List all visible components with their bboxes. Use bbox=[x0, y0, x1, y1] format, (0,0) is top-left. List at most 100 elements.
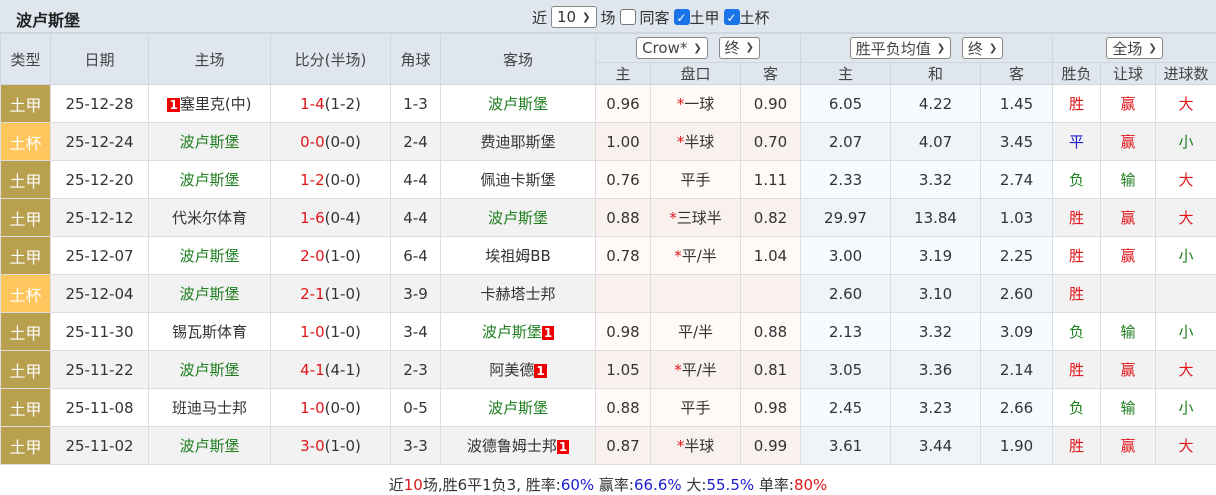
away-team[interactable]: 波卢斯堡 bbox=[441, 85, 596, 123]
score[interactable]: 1-2(0-0) bbox=[271, 161, 391, 199]
corner: 3-9 bbox=[391, 275, 441, 313]
eu-home-odds: 2.33 bbox=[801, 161, 891, 199]
home-team[interactable]: 代米尔体育 bbox=[149, 199, 271, 237]
ah-home-odds: 0.96 bbox=[596, 85, 651, 123]
result: 胜 bbox=[1053, 427, 1101, 465]
eu-home-odds: 2.45 bbox=[801, 389, 891, 427]
league-type[interactable]: 土杯 bbox=[1, 123, 51, 161]
full-score: 0-0 bbox=[300, 133, 325, 151]
score[interactable]: 1-0(1-0) bbox=[271, 313, 391, 351]
league-type[interactable]: 土甲 bbox=[1, 237, 51, 275]
col-corner: 角球 bbox=[391, 34, 441, 85]
handicap-result: 输 bbox=[1101, 389, 1156, 427]
home-team[interactable]: 波卢斯堡 bbox=[149, 123, 271, 161]
score[interactable]: 1-0(0-0) bbox=[271, 389, 391, 427]
home-team[interactable]: 班迪马士邦 bbox=[149, 389, 271, 427]
corner: 4-4 bbox=[391, 161, 441, 199]
result: 胜 bbox=[1053, 351, 1101, 389]
filter-tb-checkbox[interactable]: ✓ bbox=[724, 9, 740, 25]
league-type[interactable]: 土甲 bbox=[1, 313, 51, 351]
away-team-name: 费迪耶斯堡 bbox=[480, 133, 555, 151]
away-team[interactable]: 佩迪卡斯堡 bbox=[441, 161, 596, 199]
match-date: 25-12-24 bbox=[51, 123, 149, 161]
col-type: 类型 bbox=[1, 34, 51, 85]
league-type[interactable]: 土杯 bbox=[1, 275, 51, 313]
score[interactable]: 4-1(4-1) bbox=[271, 351, 391, 389]
home-team[interactable]: 1塞里克(中) bbox=[149, 85, 271, 123]
score[interactable]: 1-6(0-4) bbox=[271, 199, 391, 237]
col-res: 胜负 bbox=[1053, 63, 1101, 85]
score[interactable]: 3-0(1-0) bbox=[271, 427, 391, 465]
scope-select[interactable]: 全场❯ bbox=[1106, 37, 1162, 59]
away-team[interactable]: 波卢斯堡1 bbox=[441, 313, 596, 351]
chevron-down-icon: ❯ bbox=[582, 12, 590, 23]
corner: 2-3 bbox=[391, 351, 441, 389]
eu-draw-odds: 3.32 bbox=[891, 161, 981, 199]
goals-result bbox=[1156, 275, 1216, 313]
summary-text: 近 bbox=[389, 476, 404, 494]
ah-line: 平/半 bbox=[651, 313, 741, 351]
eu-draw-odds: 3.44 bbox=[891, 427, 981, 465]
score[interactable]: 1-4(1-2) bbox=[271, 85, 391, 123]
league-type[interactable]: 土甲 bbox=[1, 351, 51, 389]
goals-result: 大 bbox=[1156, 427, 1216, 465]
ah-line: *平/半 bbox=[651, 237, 741, 275]
ah-line-value: 平手 bbox=[680, 399, 710, 417]
odd-rate: 80% bbox=[794, 476, 827, 494]
table-row: 土甲25-12-281塞里克(中)1-4(1-2)1-3波卢斯堡0.96*一球0… bbox=[1, 85, 1216, 123]
ah-home-odds: 0.88 bbox=[596, 389, 651, 427]
scope-value: 全场 bbox=[1112, 38, 1142, 59]
away-team[interactable]: 波卢斯堡 bbox=[441, 389, 596, 427]
company-time-select[interactable]: 终❯ bbox=[719, 37, 760, 59]
ah-line: 平手 bbox=[651, 389, 741, 427]
away-team[interactable]: 卡赫塔士邦 bbox=[441, 275, 596, 313]
away-team[interactable]: 阿美德1 bbox=[441, 351, 596, 389]
filter-tj-checkbox[interactable]: ✓ bbox=[674, 9, 690, 25]
eu-away-odds: 1.45 bbox=[981, 85, 1053, 123]
home-team[interactable]: 波卢斯堡 bbox=[149, 237, 271, 275]
home-team[interactable]: 波卢斯堡 bbox=[149, 275, 271, 313]
table-row: 土甲25-11-30锡瓦斯体育1-0(1-0)3-4波卢斯堡10.98平/半0.… bbox=[1, 313, 1216, 351]
score[interactable]: 2-1(1-0) bbox=[271, 275, 391, 313]
goals-result: 小 bbox=[1156, 123, 1216, 161]
eu-home-odds: 2.60 bbox=[801, 275, 891, 313]
same-away-checkbox[interactable] bbox=[620, 9, 636, 25]
eu-draw-odds: 4.22 bbox=[891, 85, 981, 123]
recent-prefix: 近 bbox=[532, 7, 547, 28]
away-team[interactable]: 埃祖姆BB bbox=[441, 237, 596, 275]
chevron-down-icon: ❯ bbox=[746, 42, 754, 53]
league-type[interactable]: 土甲 bbox=[1, 85, 51, 123]
home-team[interactable]: 波卢斯堡 bbox=[149, 427, 271, 465]
corner: 4-4 bbox=[391, 199, 441, 237]
filter-tb-label: 土杯 bbox=[740, 7, 770, 28]
league-type[interactable]: 土甲 bbox=[1, 389, 51, 427]
league-type[interactable]: 土甲 bbox=[1, 161, 51, 199]
avg-time-select[interactable]: 终❯ bbox=[962, 37, 1003, 59]
recent-count-select[interactable]: 10❯ bbox=[551, 6, 596, 28]
score[interactable]: 0-0(0-0) bbox=[271, 123, 391, 161]
chevron-down-icon: ❯ bbox=[989, 43, 997, 54]
away-team[interactable]: 费迪耶斯堡 bbox=[441, 123, 596, 161]
company-select[interactable]: Crow*❯ bbox=[636, 37, 708, 59]
ah-home-odds bbox=[596, 275, 651, 313]
half-score: (0-0) bbox=[325, 133, 361, 151]
home-team[interactable]: 波卢斯堡 bbox=[149, 351, 271, 389]
ah-line: *一球 bbox=[651, 85, 741, 123]
ah-away-odds: 0.81 bbox=[741, 351, 801, 389]
eu-draw-odds: 3.36 bbox=[891, 351, 981, 389]
avg-select[interactable]: 胜平负均值❯ bbox=[850, 37, 951, 59]
away-team-name: 波卢斯堡 bbox=[488, 209, 548, 227]
eu-home-odds: 2.13 bbox=[801, 313, 891, 351]
league-type[interactable]: 土甲 bbox=[1, 427, 51, 465]
away-team[interactable]: 波德鲁姆士邦1 bbox=[441, 427, 596, 465]
away-team-name: 卡赫塔士邦 bbox=[480, 285, 555, 303]
euro-odds-header: 胜平负均值❯ 终❯ bbox=[801, 34, 1053, 63]
summary-text: 赢率: bbox=[594, 476, 634, 494]
league-type[interactable]: 土甲 bbox=[1, 199, 51, 237]
match-date: 25-12-28 bbox=[51, 85, 149, 123]
away-team[interactable]: 波卢斯堡 bbox=[441, 199, 596, 237]
score[interactable]: 2-0(1-0) bbox=[271, 237, 391, 275]
home-team[interactable]: 波卢斯堡 bbox=[149, 161, 271, 199]
eu-away-odds: 2.74 bbox=[981, 161, 1053, 199]
home-team[interactable]: 锡瓦斯体育 bbox=[149, 313, 271, 351]
